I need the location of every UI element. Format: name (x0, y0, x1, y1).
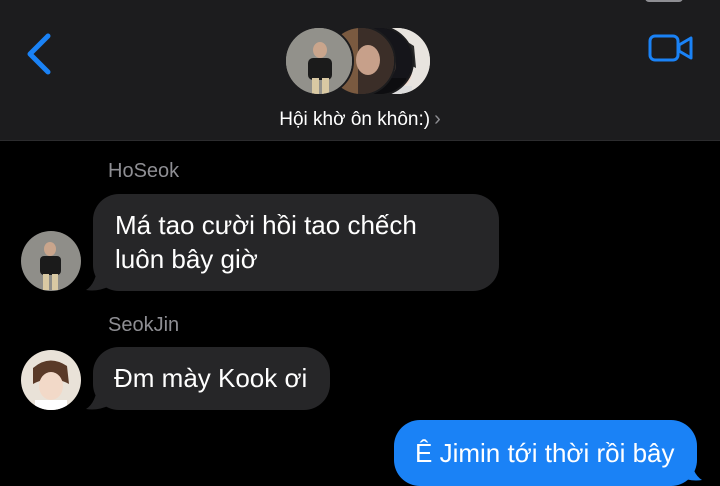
video-camera-icon (648, 34, 693, 62)
sender-name: HoSeok (108, 160, 180, 182)
group-name-label: Hội khờ ôn khôn:) (279, 109, 431, 130)
chevron-right-icon: › (434, 108, 441, 130)
group-avatar-stack[interactable] (284, 26, 444, 102)
message-line: Đm mày Kook ơi (114, 363, 308, 393)
sender-name: SeokJin (108, 314, 180, 336)
message-bubble[interactable]: Má tao cười hồi tao chếch luôn bây giờ (93, 194, 499, 291)
sender-avatar[interactable] (21, 350, 81, 410)
chevron-left-icon (27, 33, 51, 75)
message-bubble[interactable]: Đm mày Kook ơi (93, 347, 330, 410)
status-indicator (645, 0, 683, 2)
member-avatar (284, 26, 354, 96)
video-call-button[interactable] (646, 30, 696, 66)
outgoing-message-bubble[interactable]: Ê Jimin tới thời rồi bây (394, 420, 697, 486)
group-name-button[interactable]: Hội khờ ôn khôn:) › (0, 108, 720, 131)
chat-header: Hội khờ ôn khôn:) › (0, 0, 720, 141)
message-line: Ê Jimin tới thời rồi bây (415, 438, 675, 468)
sender-avatar[interactable] (21, 231, 81, 291)
back-button[interactable] (22, 30, 62, 78)
message-line: luôn bây giờ (115, 244, 258, 274)
message-line: Má tao cười hồi tao chếch (115, 210, 417, 240)
